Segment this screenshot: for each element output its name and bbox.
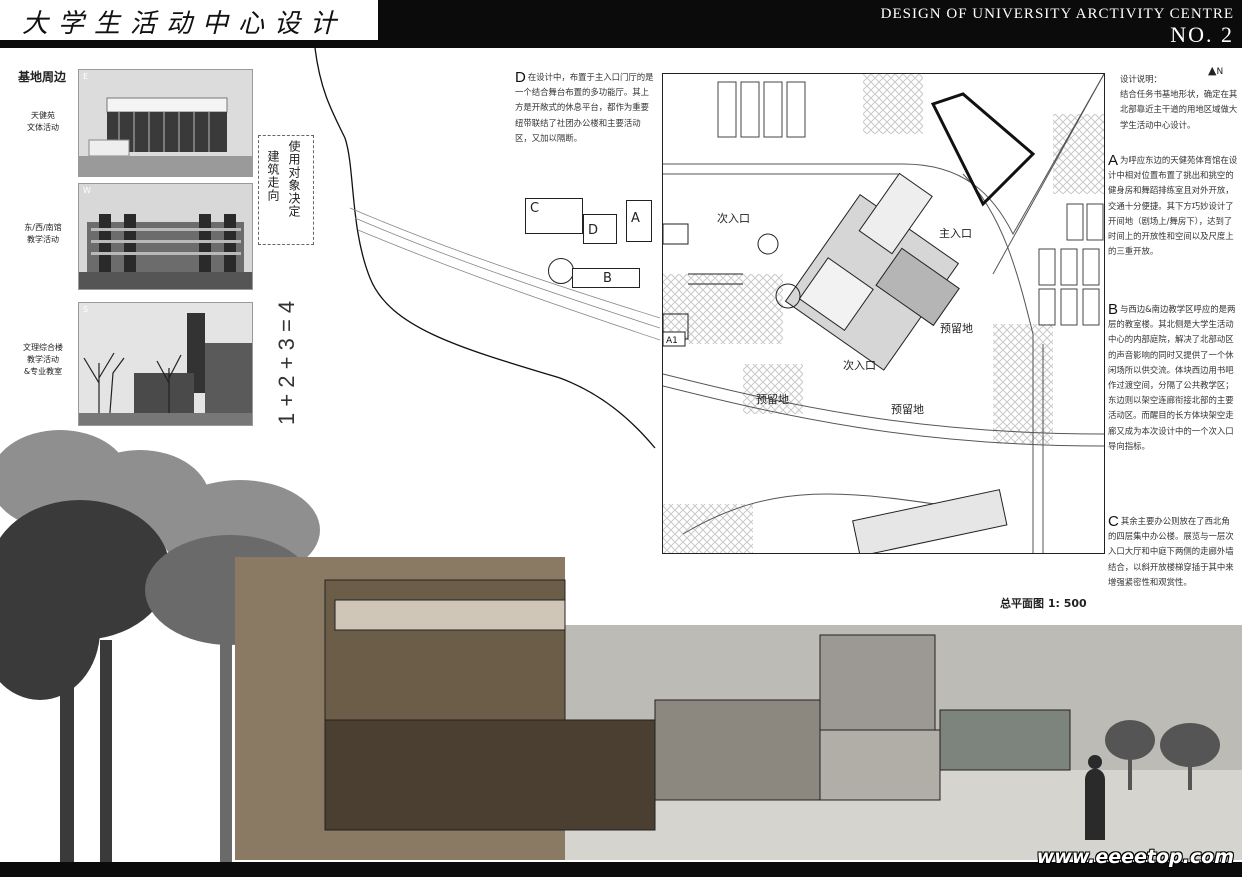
description-d-text: 在设计中，布置于主入口门厅的是一个结合舞台布置的多功能厅。其上方是开敞式的休息平… [515,72,654,143]
photo-south-building [79,303,252,425]
plan-label-secondary-entrance-1: 次入口 [717,212,750,225]
plan-label-reserved-2: 预留地 [756,393,789,406]
site-plan-drawing: A1 [663,74,1104,553]
notes-c-letter: C [1108,513,1119,530]
description-d-letter: D [515,69,526,86]
notes-b: B 与西边&南边教学区呼应的是两层的教室楼。其北侧是大学生活动中心的内部庭院，解决… [1108,302,1238,454]
design-notes: 设计说明： 结合任务书基地形状，确定在其北部靠近主干道的用地区域做大学生活动中心… [1120,72,1238,133]
plan-label-secondary-entrance-2: 次入口 [843,359,876,372]
photo-caption-east: 天健苑 文体活动 [27,111,59,132]
photo-caption-south: 文理综合楼 教学活动 &专业教室 [23,343,63,376]
diagram-block-c: C [525,198,583,234]
diagram-block-d: D [583,214,617,244]
site-heading: 基地周边 [18,70,67,84]
photo-east: E [78,69,253,177]
sheet-number: NO. 2 [1170,22,1234,47]
plan-label-reserved-1: 预留地 [940,322,973,335]
notes-a: A 为呼应东边的天健苑体育馆在设计中相对位置布置了挑出和挑空的健身房和舞蹈排练室且… [1108,153,1238,259]
plan-label-main-entrance: 主入口 [939,227,972,240]
photo-letter: E [83,72,89,81]
page-title: 大学生活动中心设计 [22,9,347,39]
notes-b-letter: B [1108,301,1119,318]
english-title: DESIGN OF UNIVERSITY ARCTIVITY CENTRE [880,6,1234,22]
site-plan: A1 次入口 主入口 次入口 预留地 预留地 预留地 [662,73,1105,554]
perspective-rendering [0,540,1242,860]
photo-west: W [78,183,253,290]
watermark: www.eeeetop.com [1036,846,1234,868]
plan-a1-label: A1 [666,336,678,346]
notes-intro-title: 设计说明： [1120,74,1162,84]
photo-caption-west: 东/西/南馆 教学活动 [24,223,62,244]
notes-a-letter: A [1108,152,1119,169]
photo-south: S [78,302,253,426]
rendering-drawing [235,557,1242,860]
diagram-block-a: A [626,200,652,242]
plan-label-reserved-3: 预留地 [891,403,924,416]
notes-intro: 结合任务书基地形状，确定在其北部靠近主干道的用地区域做大学生活动中心设计。 [1120,89,1238,130]
notes-b-text: 与西边&南边教学区呼应的是两层的教室楼。其北侧是大学生活动中心的内部庭院，解决了… [1108,304,1236,451]
photo-west-building [79,184,252,289]
notes-a-text: 为呼应东边的天健苑体育馆在设计中相对位置布置了挑出和挑空的健身房和舞蹈排练室且对… [1108,155,1238,257]
description-d: D 在设计中，布置于主入口门厅的是一个结合舞台布置的多功能厅。其上方是开敞式的休息… [515,70,655,146]
diagram-block-b: B [572,268,640,288]
photo-east-building [79,70,252,176]
photo-letter: S [83,305,89,314]
photo-letter: W [83,186,91,195]
formula-expression: 1 + 2 + 3 = 4 [274,300,299,425]
formula-text-2: 建筑走向 [266,150,280,202]
diagram-circle [548,258,574,284]
